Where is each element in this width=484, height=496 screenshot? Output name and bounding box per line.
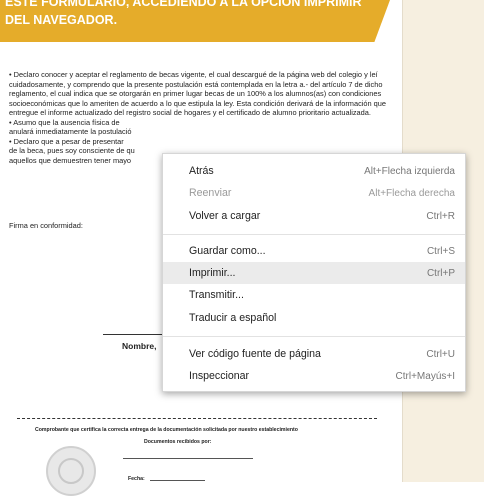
banner-line-1: ESTE FORMULARIO, ACCEDIENDO A LA OPCIÓN … (5, 0, 362, 9)
menu-item-atras[interactable]: Atrás Alt+Flecha izquierda (163, 160, 465, 182)
declaration-paragraph-3: • Declaro que a pesar de presentar (9, 136, 124, 146)
context-menu: Atrás Alt+Flecha izquierda Reenviar Alt+… (162, 153, 466, 392)
menu-separator (163, 336, 465, 337)
menu-shortcut: Alt+Flecha derecha (368, 187, 455, 199)
documentos-label: Documentos recibidos por: (144, 439, 212, 445)
menu-separator (163, 234, 465, 235)
banner-line-2: DEL NAVEGADOR. (5, 13, 118, 27)
menu-label: Volver a cargar (189, 210, 261, 222)
menu-item-ver-codigo-fuente[interactable]: Ver código fuente de página Ctrl+U (163, 343, 465, 365)
menu-label: Inspeccionar (189, 370, 250, 382)
menu-item-traducir[interactable]: Traducir a español (163, 307, 465, 329)
menu-label: Guardar como... (189, 245, 266, 257)
menu-label: Transmitir... (189, 289, 244, 301)
menu-item-volver-a-cargar[interactable]: Volver a cargar Ctrl+R (163, 205, 465, 227)
declaration-paragraph-1: • Declaro conocer y aceptar el reglament… (9, 70, 387, 117)
menu-item-inspeccionar[interactable]: Inspeccionar Ctrl+Mayús+I (163, 365, 465, 387)
documentos-line (123, 458, 253, 459)
menu-shortcut: Ctrl+P (426, 267, 455, 279)
menu-label: Ver código fuente de página (189, 348, 321, 360)
fecha-line (150, 480, 205, 481)
declaration-text: • Declaro conocer y aceptar el reglament… (9, 70, 389, 165)
menu-item-transmitir[interactable]: Transmitir... (163, 284, 465, 306)
declaration-paragraph-2b: anulará inmediatamente la postulació (9, 127, 132, 136)
menu-shortcut: Ctrl+R (426, 210, 455, 222)
menu-item-reenviar[interactable]: Reenviar Alt+Flecha derecha (163, 182, 465, 204)
nombre-label: Nombre, (122, 341, 157, 351)
menu-shortcut: Ctrl+U (426, 348, 455, 360)
menu-label: Atrás (189, 165, 214, 177)
school-seal-icon (46, 446, 96, 496)
menu-label: Imprimir... (189, 267, 236, 279)
menu-shortcut: Ctrl+Mayús+I (395, 370, 455, 382)
menu-label: Reenviar (189, 187, 232, 199)
menu-item-guardar-como[interactable]: Guardar como... Ctrl+S (163, 240, 465, 262)
menu-shortcut: Ctrl+S (426, 245, 455, 257)
instruction-banner: ESTE FORMULARIO, ACCEDIENDO A LA OPCIÓN … (0, 0, 390, 42)
firma-label: Firma en conformidad: (9, 221, 83, 230)
menu-item-imprimir[interactable]: Imprimir... Ctrl+P (163, 262, 465, 284)
menu-label: Traducir a español (189, 312, 277, 324)
fecha-label: Fecha: (128, 476, 145, 482)
menu-shortcut: Alt+Flecha izquierda (364, 165, 455, 177)
comprobante-heading: Comprobante que certifica la correcta en… (35, 427, 298, 433)
cut-line (17, 418, 377, 419)
declaration-paragraph-2: • Asumo que la ausencia física de (9, 117, 120, 127)
